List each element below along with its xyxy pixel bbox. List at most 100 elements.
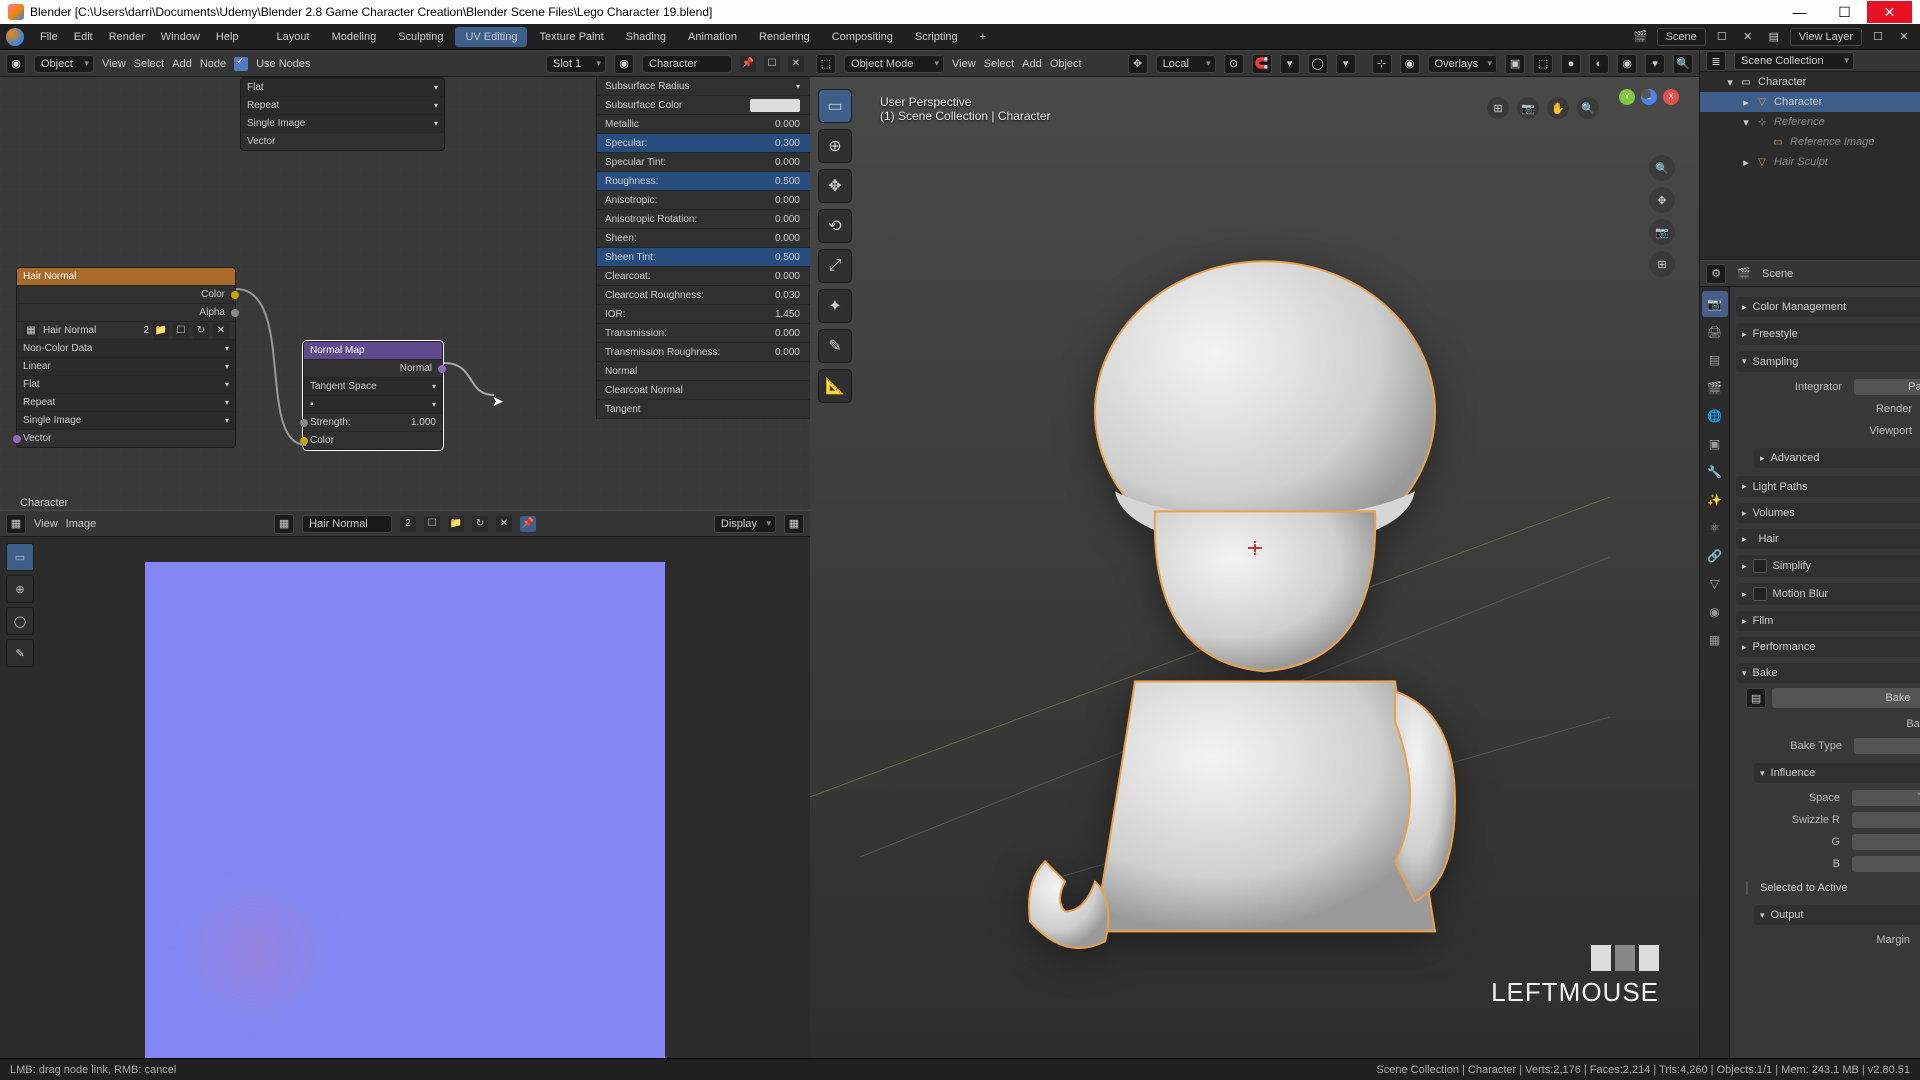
gizmo-x[interactable]: X	[1663, 89, 1679, 105]
outliner-name[interactable]: Hair Sculpt	[1772, 156, 1920, 168]
vp-menu-object[interactable]: Object	[1050, 58, 1082, 70]
bsdf-transr-v[interactable]: 0.000	[775, 347, 800, 358]
image-pin-icon[interactable]: 📌	[520, 516, 536, 532]
bsdf-sheen-v[interactable]: 0.000	[775, 233, 800, 244]
imghair-reload-icon[interactable]: ↻	[193, 323, 209, 339]
bsdf-spec[interactable]: Specular:	[605, 138, 647, 149]
vp-tool-measure[interactable]: 📐	[818, 369, 852, 403]
bake-button[interactable]: Bake	[1772, 688, 1920, 708]
imgtop-repeat[interactable]: Repeat	[247, 100, 279, 111]
tab-layout[interactable]: Layout	[267, 27, 320, 47]
outliner-name[interactable]: Character	[1772, 96, 1920, 108]
pin-node-button[interactable]: 📌	[740, 56, 756, 72]
uv-tool-annotate[interactable]: ✎	[6, 639, 34, 667]
bsdf-cc-v[interactable]: 0.000	[775, 271, 800, 282]
image-open-icon[interactable]: 📁	[448, 516, 464, 532]
bsdf-rough[interactable]: Roughness:	[605, 176, 658, 187]
material-icon[interactable]: ◉	[614, 54, 634, 74]
tab-add[interactable]: +	[970, 27, 996, 47]
outliner-row-refimage[interactable]: ▭ Reference Image ▭ ▸👁📷	[1700, 132, 1920, 152]
bsdf-metal-v[interactable]: 0.000	[775, 119, 800, 130]
vp-tool-annotate[interactable]: ✎	[818, 329, 852, 363]
bsdf-spectint-v[interactable]: 0.000	[775, 157, 800, 168]
image-canvas[interactable]: ▭ ⊕ ◯ ✎	[0, 537, 810, 1058]
nm-out-normal[interactable]: Normal	[400, 363, 432, 374]
img-menu-view[interactable]: View	[34, 518, 58, 530]
tab-rendering[interactable]: Rendering	[749, 27, 820, 47]
ptab-object[interactable]: ▣	[1702, 431, 1728, 457]
editor-type-outliner-icon[interactable]: ≣	[1706, 51, 1726, 71]
panel-volumes[interactable]: ▸Volumes	[1736, 503, 1920, 523]
uv-tool-cursor[interactable]: ⊕	[6, 575, 34, 603]
menu-file[interactable]: File	[32, 31, 66, 43]
show-overlays-icon[interactable]: ◉	[1400, 54, 1420, 74]
imghair-open-icon[interactable]: 📁	[153, 323, 169, 339]
new-material-button[interactable]: ☐	[764, 56, 780, 72]
bsdf-subsrad[interactable]: Subsurface Radius	[605, 81, 690, 92]
swizzle-r-select[interactable]: +X	[1852, 812, 1920, 828]
menu-edit[interactable]: Edit	[66, 31, 101, 43]
editor-type-props-icon[interactable]: ⚙	[1706, 264, 1726, 284]
outliner-row-reference[interactable]: ▾⊹ Reference ▸👁📷	[1700, 112, 1920, 132]
motionblur-checkbox[interactable]	[1753, 587, 1767, 601]
close-button[interactable]: ✕	[1867, 1, 1912, 23]
imghair-ext[interactable]: Repeat	[23, 397, 55, 408]
imgtop-flat[interactable]: Flat	[247, 82, 264, 93]
node-canvas[interactable]: Flat▾ Repeat▾ Single Image▾ Vector Hair …	[0, 77, 810, 510]
bsdf-aniso-v[interactable]: 0.000	[775, 195, 800, 206]
gizmo-y[interactable]: Y	[1619, 89, 1635, 105]
tab-sculpting[interactable]: Sculpting	[388, 27, 453, 47]
bsdf-sheentint-v[interactable]: 0.500	[775, 252, 800, 263]
unlink-material-button[interactable]: ✕	[788, 56, 804, 72]
vp-collections-icon[interactable]: ⊞	[1487, 97, 1509, 119]
outliner-name[interactable]: Reference	[1772, 116, 1920, 128]
panel-influence[interactable]: ▾Influence	[1754, 763, 1920, 783]
panel-hair[interactable]: ▸Hair	[1736, 529, 1920, 549]
sel-to-active-checkbox[interactable]	[1746, 881, 1748, 895]
bsdf-ccr[interactable]: Clearcoat Roughness:	[605, 290, 704, 301]
delete-viewlayer-button[interactable]: ✕	[1894, 27, 1914, 47]
imghair-interp[interactable]: Linear	[23, 361, 51, 372]
vp-hand-icon[interactable]: ✋	[1547, 97, 1569, 119]
vp-zoom-icon[interactable]: 🔍	[1577, 97, 1599, 119]
tab-uv-editing[interactable]: UV Editing	[455, 27, 527, 47]
show-gizmo-icon[interactable]: ⊹	[1372, 54, 1392, 74]
panel-performance[interactable]: ▸Performance	[1736, 637, 1920, 657]
bsdf-tangent[interactable]: Tangent	[605, 404, 641, 415]
mode-select[interactable]: Object Mode	[844, 55, 944, 73]
bsdf-ior[interactable]: IOR:	[605, 309, 626, 320]
imghair-out-color[interactable]: Color	[201, 289, 225, 300]
bake-space-select[interactable]: Tangent	[1852, 790, 1920, 806]
vp-tool-transform[interactable]: ✦	[818, 289, 852, 323]
viewlayer-select[interactable]: View Layer	[1790, 28, 1862, 46]
img-menu-image[interactable]: Image	[66, 518, 97, 530]
ptab-particle[interactable]: ✨	[1702, 487, 1728, 513]
bsdf-ccnormal[interactable]: Clearcoat Normal	[605, 385, 683, 396]
shading-solid-icon[interactable]: ●	[1561, 54, 1581, 74]
panel-simplify[interactable]: ▸Simplify	[1736, 555, 1920, 577]
panel-film[interactable]: ▸Film	[1736, 611, 1920, 631]
ptab-physics[interactable]: ⚛	[1702, 515, 1728, 541]
nav-zoom-icon[interactable]: 🔍	[1649, 155, 1675, 181]
node-menu-add[interactable]: Add	[172, 58, 192, 70]
properties-panel[interactable]: ▸Color Management ▸Freestyle ▾Sampling☰ …	[1730, 287, 1920, 1058]
orientation-gizmo[interactable]: Z Y X	[1619, 89, 1679, 149]
image-texture-node-hair[interactable]: Hair Normal Color Alpha ▦ Hair Normal 2 …	[16, 267, 236, 448]
panel-bake[interactable]: ▾Bake	[1736, 663, 1920, 683]
ptab-scene[interactable]: 🎬	[1702, 375, 1728, 401]
tab-texture-paint[interactable]: Texture Paint	[529, 27, 613, 47]
new-viewlayer-button[interactable]: ☐	[1868, 27, 1888, 47]
nm-strength[interactable]: 1.000	[411, 417, 436, 428]
panel-color-mgmt[interactable]: ▸Color Management	[1736, 297, 1920, 317]
swizzle-b-select[interactable]: +Z	[1852, 856, 1920, 872]
nav-camera-icon[interactable]: 📷	[1649, 219, 1675, 245]
use-nodes-checkbox[interactable]	[234, 57, 248, 71]
outliner-tree[interactable]: ▾▭ Character ▸👁📷 ▸▽ Character ∇ ▸👁📷 ▾⊹ R…	[1700, 72, 1920, 259]
imghair-new-icon[interactable]: ☐	[173, 323, 189, 339]
tab-modeling[interactable]: Modeling	[322, 27, 387, 47]
menu-help[interactable]: Help	[208, 31, 247, 43]
material-name-field[interactable]: Character	[642, 55, 732, 73]
tab-compositing[interactable]: Compositing	[822, 27, 903, 47]
imghair-src[interactable]: Single Image	[23, 415, 81, 426]
scene-breadcrumb[interactable]: Scene	[1762, 268, 1793, 280]
